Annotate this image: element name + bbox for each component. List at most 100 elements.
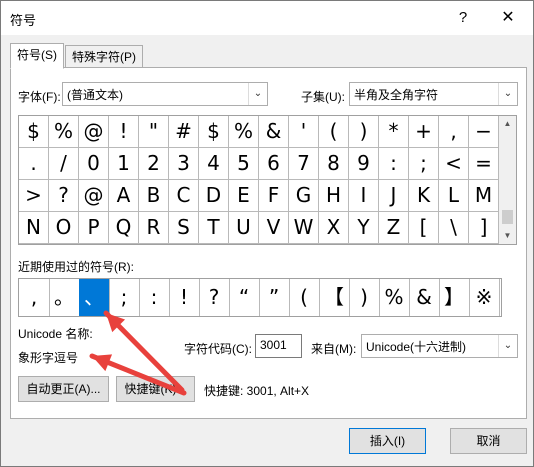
scroll-thumb[interactable]: [502, 210, 513, 224]
symbol-cell[interactable]: C: [169, 180, 199, 212]
subset-select-value: 半角及全角字符: [354, 88, 439, 102]
symbol-cell[interactable]: 7: [289, 148, 319, 180]
recent-symbol-cell[interactable]: ?: [199, 279, 230, 316]
symbol-cell[interactable]: &: [259, 116, 289, 148]
recent-symbol-cell[interactable]: ”: [259, 279, 290, 316]
cancel-button[interactable]: 取消: [450, 428, 527, 454]
recent-symbol-cell[interactable]: 】: [439, 279, 470, 316]
recent-symbol-cell[interactable]: 【: [319, 279, 350, 316]
symbol-cell[interactable]: F: [259, 180, 289, 212]
tab-symbols[interactable]: 符号(S): [10, 43, 64, 69]
symbol-cell[interactable]: ": [139, 116, 169, 148]
recent-symbol-cell[interactable]: 、: [79, 279, 110, 316]
symbol-cell[interactable]: $: [199, 116, 229, 148]
symbol-cell[interactable]: M: [469, 180, 499, 212]
symbol-cell[interactable]: %: [49, 116, 79, 148]
recent-symbol-cell[interactable]: !: [169, 279, 200, 316]
symbol-cell[interactable]: <: [439, 148, 469, 180]
symbol-cell[interactable]: ): [349, 116, 379, 148]
scroll-down-icon[interactable]: ▼: [499, 228, 516, 244]
symbol-cell[interactable]: @: [79, 116, 109, 148]
recent-symbol-cell[interactable]: :: [139, 279, 170, 316]
recent-symbol-cell[interactable]: ,: [19, 279, 50, 316]
char-code-input[interactable]: 3001: [255, 334, 302, 358]
symbol-cell[interactable]: B: [139, 180, 169, 212]
recent-symbol-cell[interactable]: ): [349, 279, 380, 316]
symbol-cell[interactable]: #: [169, 116, 199, 148]
symbol-grid[interactable]: $% @! " # $% & '() * +, −./0 1 2 3 4 5 6 7 8 9:; < = >? @ A B C D E…: [18, 115, 501, 245]
symbol-cell[interactable]: W: [289, 212, 319, 244]
from-select[interactable]: Unicode(十六进制) ⌄: [361, 334, 518, 358]
symbol-cell[interactable]: U: [229, 212, 259, 244]
close-button[interactable]: ✕: [493, 5, 523, 31]
help-button[interactable]: ?: [448, 5, 478, 31]
symbol-cell[interactable]: 1: [109, 148, 139, 180]
symbol-cell[interactable]: Q: [109, 212, 139, 244]
symbol-cell[interactable]: Y: [349, 212, 379, 244]
recent-symbol-cell[interactable]: ※: [469, 279, 500, 316]
symbol-cell[interactable]: Z: [379, 212, 409, 244]
symbol-cell[interactable]: N: [19, 212, 49, 244]
symbol-cell[interactable]: T: [199, 212, 229, 244]
symbol-cell[interactable]: :: [379, 148, 409, 180]
symbol-cell[interactable]: 9: [349, 148, 379, 180]
symbol-grid-scrollbar[interactable]: ▲ ▼: [499, 115, 517, 245]
scroll-up-icon[interactable]: ▲: [499, 116, 516, 132]
symbol-cell[interactable]: ': [289, 116, 319, 148]
symbol-cell[interactable]: A: [109, 180, 139, 212]
symbol-cell[interactable]: D: [199, 180, 229, 212]
recent-symbol-cell[interactable]: (: [289, 279, 320, 316]
symbol-cell[interactable]: V: [259, 212, 289, 244]
symbol-cell[interactable]: /: [49, 148, 79, 180]
recent-symbol-cell[interactable]: “: [229, 279, 260, 316]
subset-select[interactable]: 半角及全角字符 ⌄: [349, 82, 518, 106]
symbol-cell[interactable]: ?: [49, 180, 79, 212]
symbol-cell[interactable]: =: [469, 148, 499, 180]
symbol-cell[interactable]: 4: [199, 148, 229, 180]
symbol-cell[interactable]: ,: [439, 116, 469, 148]
symbol-cell[interactable]: 2: [139, 148, 169, 180]
char-code-value: 3001: [260, 338, 287, 352]
symbol-cell[interactable]: !: [109, 116, 139, 148]
symbol-cell[interactable]: 5: [229, 148, 259, 180]
symbol-cell[interactable]: 8: [319, 148, 349, 180]
symbol-cell[interactable]: J: [379, 180, 409, 212]
symbol-cell[interactable]: ;: [409, 148, 439, 180]
symbol-cell[interactable]: \: [439, 212, 469, 244]
recent-symbol-cell[interactable]: &: [409, 279, 440, 316]
symbol-cell[interactable]: H: [319, 180, 349, 212]
symbol-cell[interactable]: −: [469, 116, 499, 148]
symbol-cell[interactable]: O: [49, 212, 79, 244]
recent-symbol-cell[interactable]: ;: [109, 279, 140, 316]
symbol-cell[interactable]: [: [409, 212, 439, 244]
symbol-cell[interactable]: >: [19, 180, 49, 212]
symbol-cell[interactable]: L: [439, 180, 469, 212]
symbol-cell[interactable]: X: [319, 212, 349, 244]
symbol-cell[interactable]: R: [139, 212, 169, 244]
recent-symbol-cell[interactable]: 。: [49, 279, 80, 316]
symbol-cell[interactable]: +: [409, 116, 439, 148]
recent-symbols-row[interactable]: ,。、;:!? “”(【)% &】 ※: [18, 278, 502, 317]
symbol-cell[interactable]: K: [409, 180, 439, 212]
shortcut-key-button[interactable]: 快捷键(K)...: [116, 376, 195, 402]
autocorrect-button[interactable]: 自动更正(A)...: [18, 376, 109, 402]
recent-symbol-cell[interactable]: %: [379, 279, 410, 316]
symbol-cell[interactable]: $: [19, 116, 49, 148]
insert-button[interactable]: 插入(I): [349, 428, 426, 454]
symbol-cell[interactable]: E: [229, 180, 259, 212]
symbol-cell[interactable]: (: [319, 116, 349, 148]
symbol-cell[interactable]: I: [349, 180, 379, 212]
symbol-cell[interactable]: *: [379, 116, 409, 148]
symbol-cell[interactable]: 0: [79, 148, 109, 180]
symbol-cell[interactable]: S: [169, 212, 199, 244]
symbol-cell[interactable]: ]: [469, 212, 499, 244]
symbol-cell[interactable]: 6: [259, 148, 289, 180]
symbol-cell[interactable]: .: [19, 148, 49, 180]
symbol-cell[interactable]: 3: [169, 148, 199, 180]
symbol-cell[interactable]: P: [79, 212, 109, 244]
symbol-cell[interactable]: @: [79, 180, 109, 212]
symbol-cell[interactable]: G: [289, 180, 319, 212]
tab-special-characters[interactable]: 特殊字符(P): [65, 45, 143, 69]
font-select[interactable]: (普通文本) ⌄: [62, 82, 268, 106]
symbol-cell[interactable]: %: [229, 116, 259, 148]
